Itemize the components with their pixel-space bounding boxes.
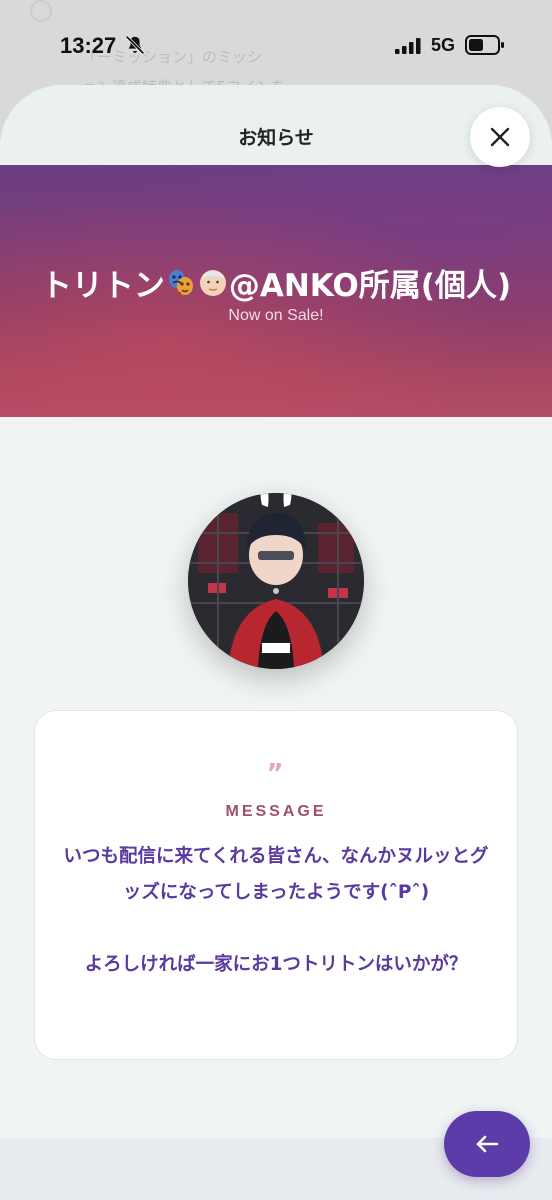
avatar	[188, 493, 364, 669]
arrow-left-icon	[476, 1135, 499, 1153]
status-bar: 13:27 5G	[0, 0, 552, 84]
quote-icon: ”	[266, 759, 286, 789]
message-paragraph: いつも配信に来てくれる皆さん、なんかヌルッとグッズになってしまったようです(ˆP…	[63, 846, 489, 903]
notification-sheet: お知らせ トリトン @ANKO所属(個人) Now on Sale! ” MES…	[0, 85, 552, 1200]
hero-banner: トリトン @ANKO所属(個人) Now on Sale!	[0, 165, 552, 417]
old-man-icon	[199, 269, 226, 296]
battery-icon	[465, 35, 504, 55]
hero-subtitle: Now on Sale!	[228, 307, 324, 324]
hero-title-suffix: @ANKO所属(個人)	[228, 268, 512, 304]
performing-arts-icon	[168, 269, 193, 298]
status-time: 13:27	[60, 33, 117, 58]
close-button[interactable]	[470, 107, 530, 167]
close-icon	[490, 127, 510, 147]
signal-icon	[395, 38, 421, 54]
hero-title-prefix: トリトン	[40, 268, 165, 304]
bell-slash-icon	[125, 35, 145, 55]
message-card: ” MESSAGE いつも配信に来てくれる皆さん、なんかヌルッとグッズになってし…	[34, 710, 518, 1060]
message-label: MESSAGE	[225, 803, 327, 820]
back-button[interactable]	[444, 1111, 530, 1177]
message-paragraph: よろしければ一家にお1つトリトンはいかが？	[84, 954, 468, 975]
avatar-image	[188, 493, 364, 669]
network-label: 5G	[431, 35, 456, 55]
message-body: いつも配信に来てくれる皆さん、なんかヌルッとグッズになってしまったようです(ˆP…	[63, 839, 489, 983]
hero-title: トリトン @ANKO所属(個人)	[0, 260, 552, 305]
